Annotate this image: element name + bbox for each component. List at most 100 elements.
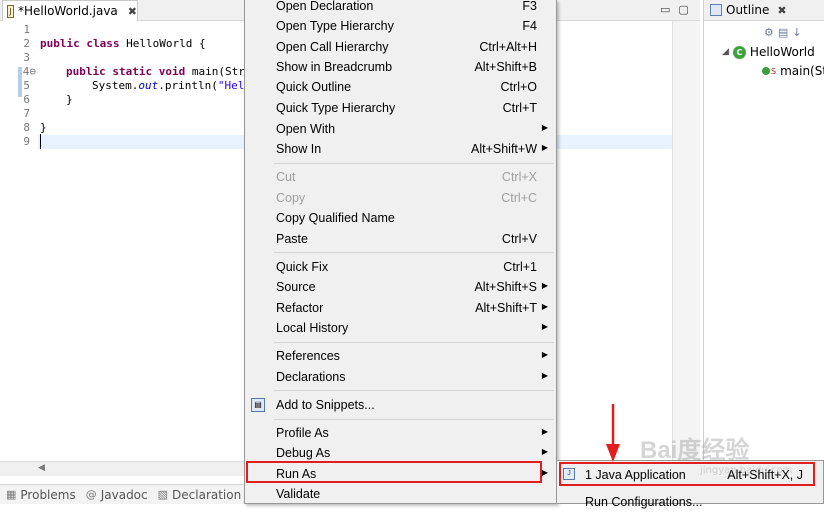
menu-label: Quick Outline (276, 80, 352, 94)
outline-method-node[interactable]: S main(St (762, 64, 824, 78)
close-icon[interactable]: ✖ (777, 4, 786, 17)
line-number-fold[interactable]: 4⊖ (8, 65, 36, 78)
tab-problems[interactable]: ▦ Problems (6, 488, 76, 502)
menu-item-open-with[interactable]: Open With ▶ (245, 119, 556, 139)
menu-label: Open Type Hierarchy (276, 19, 394, 33)
menu-item-copy-qualified-name[interactable]: Copy Qualified Name (245, 208, 556, 228)
snippets-icon: ▤ (251, 398, 265, 412)
menu-label: Copy (276, 191, 306, 205)
tab-label: Javadoc (100, 487, 148, 502)
menu-shortcut: Ctrl+C (501, 191, 537, 205)
code-line-8: } (40, 121, 47, 134)
outline-view: Outline ✖ ⚙▤↓ ◢ C HelloWorld S main(St (703, 0, 824, 484)
menu-item-quick-fix[interactable]: Quick Fix Ctrl+1 (245, 257, 556, 277)
menu-item-open-type-hierarchy[interactable]: Open Type Hierarchy F4 (245, 16, 556, 36)
menu-label: Copy Qualified Name (276, 211, 395, 225)
menu-label: Source (276, 280, 316, 294)
menu-item-paste[interactable]: Paste Ctrl+V (245, 229, 556, 249)
outline-title: Outline (726, 3, 770, 17)
java-file-icon: J (7, 4, 15, 18)
close-icon[interactable]: ✖ (128, 5, 137, 18)
menu-item-quick-type-hierarchy[interactable]: Quick Type Hierarchy Ctrl+T (245, 98, 556, 118)
menu-item-open-declaration[interactable]: Open Declaration F3 (245, 0, 556, 16)
code-text: main(Str (185, 65, 245, 78)
menu-item-refactor[interactable]: Refactor Alt+Shift+T ▶ (245, 298, 556, 318)
problems-icon: ▦ (6, 488, 17, 501)
menu-shortcut: Alt+Shift+B (474, 60, 537, 74)
submenu-item-run-configurations[interactable]: Run Configurations... (557, 490, 823, 512)
context-menu: Open Declaration F3 Open Type Hierarchy F4… (244, 0, 557, 504)
keyword: public class (40, 37, 120, 50)
menu-item-quick-outline[interactable]: Quick Outline Ctrl+O (245, 77, 556, 97)
vertical-scrollbar[interactable] (672, 21, 700, 461)
menu-item-show-in[interactable]: Show In Alt+Shift+W ▶ (245, 139, 556, 159)
static-marker: S (771, 66, 777, 76)
at-icon: @ (85, 488, 97, 501)
menu-item-debug-as[interactable]: Debug As ▶ (245, 443, 556, 463)
menu-item-add-to-snippets[interactable]: ▤ Add to Snippets... (245, 395, 556, 415)
menu-label: Show in Breadcrumb (276, 60, 393, 74)
menu-item-open-call-hierarchy[interactable]: Open Call Hierarchy Ctrl+Alt+H (245, 37, 556, 57)
public-method-icon (762, 67, 770, 75)
declaration-icon: ▧ (157, 488, 169, 501)
code-line-5: System.out.println("Hel (92, 79, 244, 92)
menu-label: Quick Fix (276, 260, 329, 274)
menu-separator (274, 163, 554, 164)
menu-label: Open Declaration (276, 0, 374, 13)
menu-label: Refactor (276, 301, 324, 315)
submenu-arrow-icon: ▶ (541, 371, 548, 380)
outline-class-label: HelloWorld (749, 45, 815, 59)
expand-arrow-icon[interactable]: ◢ (722, 47, 729, 57)
code-text: .println( (158, 79, 218, 92)
scroll-left-icon[interactable]: ◀ (38, 463, 45, 473)
field-ref: out (138, 79, 159, 92)
menu-shortcut: Alt+Shift+W (471, 142, 537, 156)
submenu-arrow-icon: ▶ (541, 447, 548, 456)
menu-item-profile-as[interactable]: Profile As ▶ (245, 423, 556, 443)
submenu-arrow-icon: ▶ (541, 322, 548, 331)
menu-label: Show In (276, 142, 322, 156)
text-caret (40, 134, 41, 149)
menu-label: Declarations (276, 370, 346, 384)
menu-label: Profile As (276, 426, 329, 440)
string-literal: "Hel (217, 79, 245, 92)
line-number: 3 (23, 51, 30, 64)
keyword: public static void (66, 65, 186, 78)
menu-item-references[interactable]: References ▶ (245, 346, 556, 366)
menu-item-validate[interactable]: Validate (245, 484, 556, 504)
menu-shortcut: F3 (522, 0, 537, 13)
menu-item-local-history[interactable]: Local History ▶ (245, 318, 556, 338)
menu-shortcut: Ctrl+V (501, 232, 537, 246)
class-icon: C (732, 45, 746, 59)
menu-item-copy: Copy Ctrl+C (245, 188, 556, 208)
outline-class-node[interactable]: ◢ C HelloWorld (722, 45, 815, 59)
menu-label: Open Call Hierarchy (276, 40, 389, 54)
menu-item-show-in-breadcrumb[interactable]: Show in Breadcrumb Alt+Shift+B (245, 57, 556, 77)
outline-method-label: main(St (780, 64, 824, 78)
menu-label: Cut (276, 170, 296, 184)
menu-item-cut: Cut Ctrl+X (245, 167, 556, 187)
line-number: 9 (23, 135, 30, 148)
menu-separator (274, 252, 554, 253)
tab-label: Declaration (172, 487, 242, 502)
editor-tab-helloworld[interactable]: J *HelloWorld.java ✖ (2, 0, 138, 21)
tab-declaration[interactable]: ▧ Declaration (158, 488, 242, 502)
outline-header[interactable]: Outline ✖ (704, 0, 824, 21)
menu-item-source[interactable]: Source Alt+Shift+S ▶ (245, 277, 556, 297)
menu-item-declarations[interactable]: Declarations ▶ (245, 367, 556, 387)
submenu-arrow-icon: ▶ (541, 123, 548, 132)
menu-separator (274, 419, 554, 420)
menu-label: Validate (276, 487, 321, 501)
menu-shortcut: Ctrl+O (500, 80, 537, 94)
minimize-maximize-icons[interactable]: ▭▢ (660, 3, 697, 16)
menu-label: Add to Snippets... (276, 398, 375, 412)
menu-shortcut: Ctrl+T (502, 101, 537, 115)
menu-separator (274, 390, 554, 391)
code-line-6: } (66, 93, 73, 106)
code-text: System. (92, 79, 139, 92)
menu-shortcut: F4 (522, 19, 537, 33)
tab-javadoc[interactable]: @ Javadoc (86, 488, 148, 502)
outline-toolbar[interactable]: ⚙▤↓ (764, 26, 805, 39)
tab-label: Problems (20, 487, 76, 502)
menu-label: References (276, 349, 340, 363)
